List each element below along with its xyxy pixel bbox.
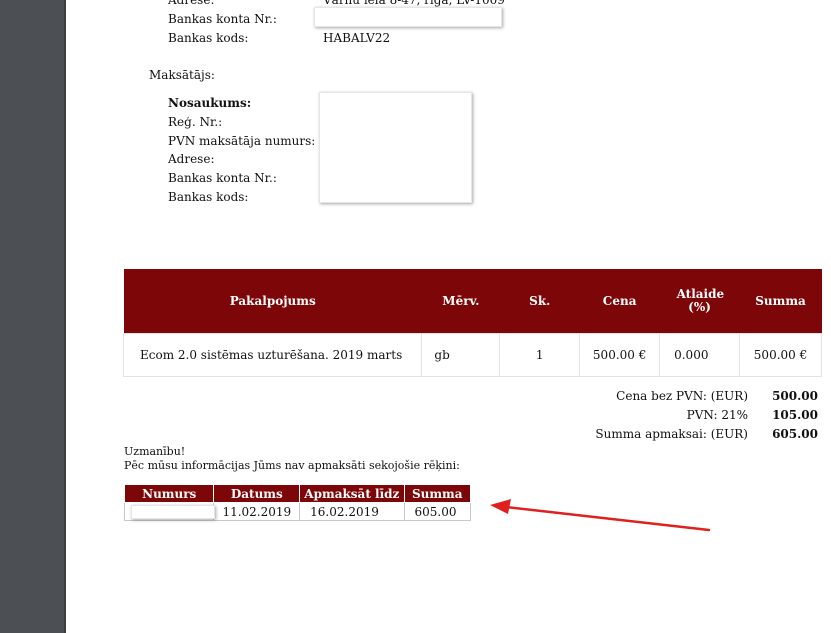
arrow-head — [490, 499, 511, 514]
annotation-arrow — [490, 499, 711, 532]
arrow-shaft — [504, 505, 711, 532]
